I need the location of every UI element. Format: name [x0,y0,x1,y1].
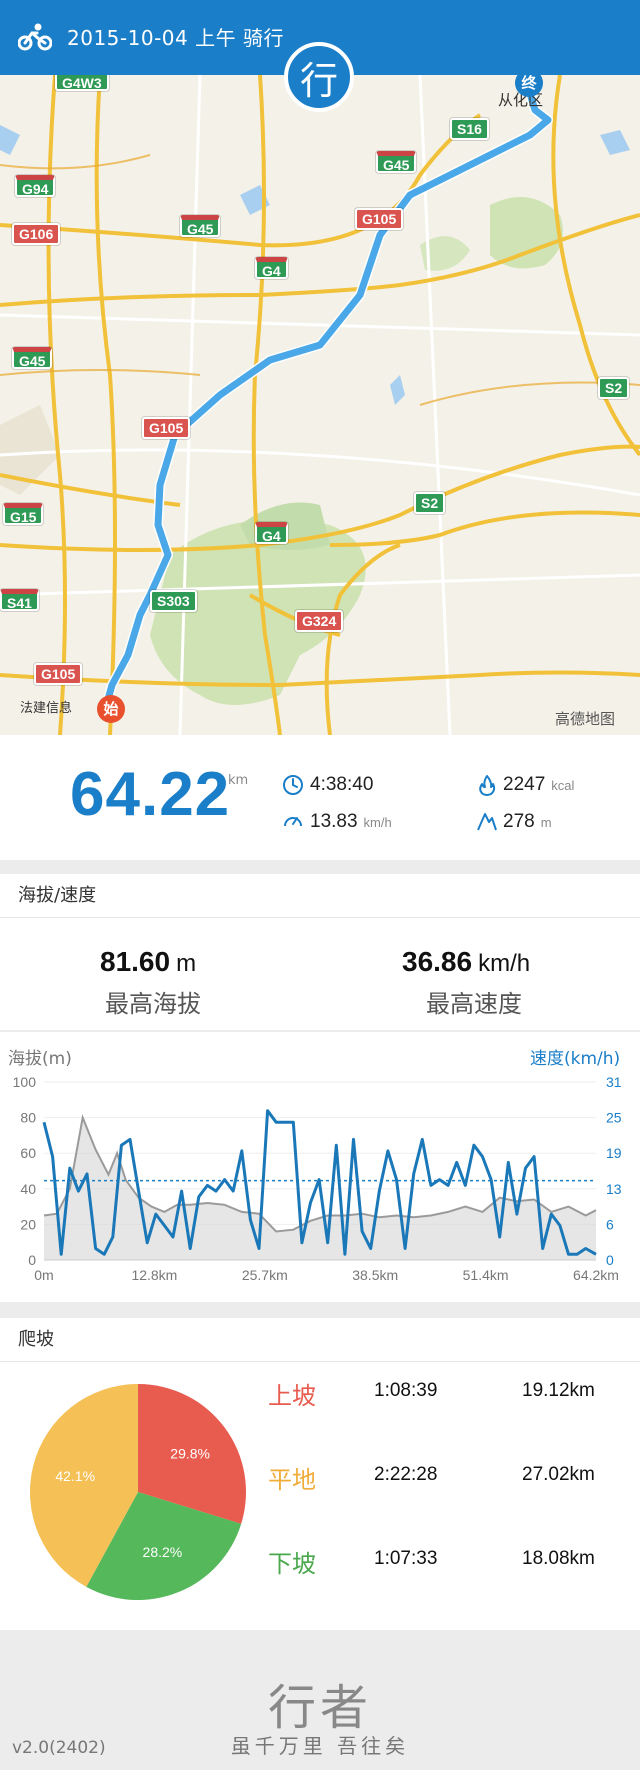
uphill-label: 上坡 [268,1382,316,1410]
calories: 2247 kcal [503,774,574,796]
downhill-label: 下坡 [268,1550,316,1578]
road-shield-s303: S303 [150,590,197,612]
flat-distance: 27.02km [522,1464,595,1485]
x-tick-label: 64.2km [573,1267,619,1283]
x-tick-label: 25.7km [242,1267,288,1283]
route-map[interactable]: G4W3 G94 G106 G45 G45 G15 S41 G105 G45 G… [0,75,640,735]
right-axis-title: 速度(km/h) [530,1049,621,1069]
road-shield-g105-south: G105 [34,663,83,685]
road-shield-s41: S41 [0,589,39,611]
left-tick-label: 100 [13,1074,37,1090]
flame-icon [479,775,496,796]
avg-speed-value: 13.83 [310,811,358,832]
flat-label: 平地 [268,1466,316,1494]
calories-unit: kcal [551,778,575,793]
right-tick-label: 25 [606,1110,622,1126]
x-tick-label: 0m [34,1267,53,1283]
road-shield-g4w3: G4W3 [55,75,109,91]
right-tick-label: 0 [606,1252,614,1268]
app-logo-badge[interactable]: 行 [284,42,354,112]
climb-pie-chart: 29.8% 28.2% 42.1% [29,1384,247,1600]
pie-percent-label: 42.1% [55,1468,95,1484]
road-shield-g4-south: G4 [255,522,288,544]
left-tick-label: 80 [20,1110,36,1126]
footer-brand: 行者 [267,1680,372,1736]
road-shield-g45-east: G45 [376,151,417,173]
road-shield-g94: G94 [15,175,56,197]
average-speed: 13.83 km/h [310,811,392,833]
map-canvas [0,75,640,735]
road-shield-s16: S16 [450,118,489,140]
speedometer-icon [284,817,302,827]
road-shield-s2-east: S2 [598,377,630,399]
road-shield-g324: G324 [295,610,344,632]
road-shield-g45-mid: G45 [180,215,221,237]
left-axis-title: 海拔(m) [8,1049,72,1069]
total-duration: 4:38:40 [310,774,373,796]
max-speed-value: 36.86 [402,946,473,977]
flat-time: 2:22:28 [374,1464,438,1485]
pie-percent-label: 29.8% [170,1446,210,1462]
app-version: v2.0(2402) [12,1738,106,1758]
ride-summary: 64.22 km 4:38:40 13.83 km/h 2247 kcal 278 m [0,735,640,860]
climb-value: 278 [503,811,535,832]
left-tick-label: 0 [28,1252,36,1268]
max-speed-label: 最高速度 [426,990,522,1018]
max-altitude-value: 81.60 [100,946,171,977]
left-tick-label: 40 [20,1181,36,1197]
road-shield-g45-west: G45 [12,347,53,369]
climb-unit: m [540,815,552,830]
elevation-gain: 278 m [503,811,552,833]
left-tick-label: 20 [20,1216,36,1232]
road-shield-g106: G106 [12,223,61,245]
road-shield-g105-north: G105 [355,208,404,230]
altitude-speed-chart-card: 海拔(m) 速度(km/h) 100 80 60 40 20 0 31 25 19 13 6 0 0m 1… [0,1032,640,1302]
bike-icon [18,23,52,51]
x-tick-label: 12.8km [131,1267,177,1283]
altitude-speed-card: 81.60 m 最高海拔 36.86 km/h 最高速度 [0,918,640,1030]
max-altitude-label: 最高海拔 [105,990,201,1018]
climb-section-title: 爬坡 [0,1318,640,1362]
ride-title: 2015-10-04 上午 骑行 [67,26,284,50]
road-shield-s2-mid: S2 [414,492,446,514]
right-tick-label: 31 [606,1074,622,1090]
left-tick-label: 60 [20,1145,36,1161]
road-shield-g4-north: G4 [255,257,288,279]
climb-card: 29.8% 28.2% 42.1% 上坡 1:08:39 19.12km 平地 2:… [0,1362,640,1630]
downhill-distance: 18.08km [522,1548,595,1569]
duration-value: 4:38:40 [310,774,374,795]
calories-value: 2247 [503,774,546,795]
avg-speed-unit: km/h [363,815,392,830]
map-provider-label: 高德地图 [555,710,616,728]
max-speed: 36.86 km/h [402,946,530,978]
climb-icon [477,813,497,831]
start-town-label: 法建信息 [20,701,73,716]
x-tick-label: 51.4km [463,1267,509,1283]
altitude-speed-chart[interactable]: 10080604020031251913600m 12.8km 25.7km 38.5… [0,1070,640,1300]
clock-icon [283,775,303,795]
pie-percent-label: 28.2% [143,1544,183,1560]
downhill-time: 1:07:33 [374,1548,438,1569]
total-distance: 64.22 [70,760,231,829]
right-tick-label: 6 [606,1216,614,1232]
max-altitude-unit: m [176,950,197,977]
x-tick-label: 38.5km [352,1267,398,1283]
right-tick-label: 13 [606,1181,622,1197]
road-shield-g15: G15 [3,503,44,525]
max-speed-unit: km/h [478,950,531,977]
road-shield-g105-mid: G105 [142,417,191,439]
start-pin-icon[interactable]: 始 [97,695,125,723]
distance-unit: km [228,773,249,788]
uphill-time: 1:08:39 [374,1380,438,1401]
max-altitude: 81.60 m [100,946,196,978]
altitude-speed-section-title: 海拔/速度 [0,874,640,918]
right-tick-label: 19 [606,1145,622,1161]
uphill-distance: 19.12km [522,1380,595,1401]
